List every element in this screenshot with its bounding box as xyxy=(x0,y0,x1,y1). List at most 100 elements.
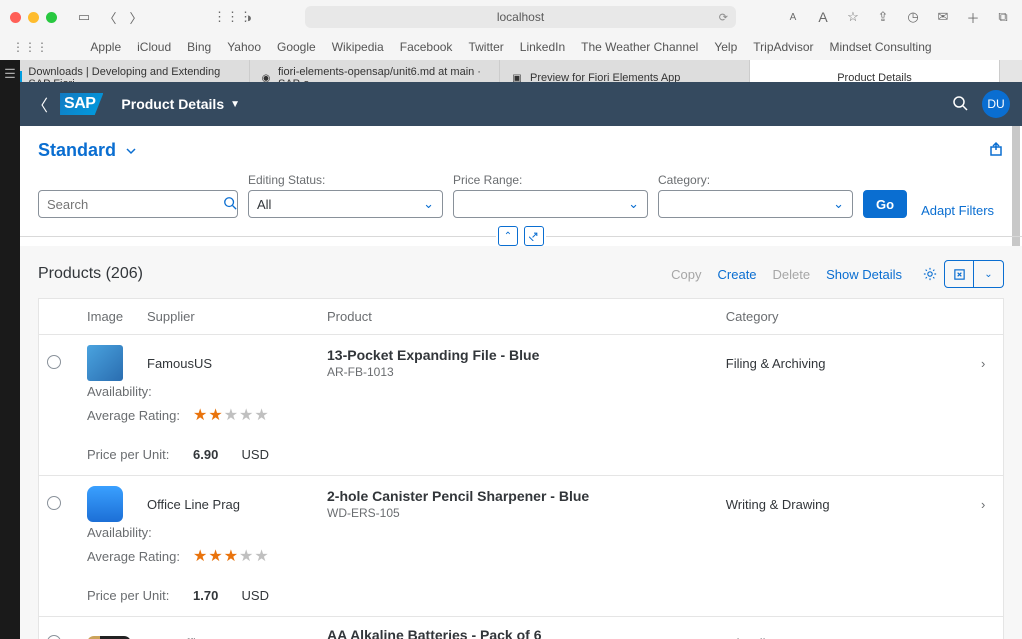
table-area: Products (206) Copy Create Delete Show D… xyxy=(20,246,1022,639)
bookmark-link[interactable]: Apple xyxy=(90,40,121,54)
table-row[interactable]: Office Line Prag 2-hole Canister Pencil … xyxy=(39,476,1003,617)
sap-logo[interactable]: SAP xyxy=(60,93,103,115)
bookmark-link[interactable]: Yelp xyxy=(714,40,737,54)
variant-selector[interactable]: Standard xyxy=(38,140,138,161)
products-table: Image Supplier Product Category FamousUS… xyxy=(38,298,1004,639)
settings-button[interactable] xyxy=(916,260,944,288)
product-thumbnail xyxy=(87,345,123,381)
toolbar-right: A A ☆ ⇪ ◷ ✉ ＋ ⧉ xyxy=(784,8,1012,27)
search-input[interactable] xyxy=(38,190,238,218)
shield-icon[interactable]: ◑ xyxy=(239,10,257,25)
go-button[interactable]: Go xyxy=(863,190,907,218)
rating-stars: ★★★★★ xyxy=(193,546,270,566)
create-button[interactable]: Create xyxy=(710,267,765,282)
tabs-overview-icon[interactable]: ⧉ xyxy=(994,9,1012,25)
new-tab-icon[interactable]: ＋ xyxy=(964,8,982,27)
col-supplier: Supplier xyxy=(139,299,319,334)
editing-status-filter: Editing Status: All ⌄ xyxy=(248,173,443,218)
editing-status-select[interactable]: All ⌄ xyxy=(248,190,443,218)
export-menu-button[interactable]: ⌄ xyxy=(974,260,1004,288)
product-name: 2-hole Canister Pencil Sharpener - Blue xyxy=(327,488,710,504)
category-select[interactable]: ⌄ xyxy=(658,190,853,218)
share-icon[interactable]: ⇪ xyxy=(874,9,892,25)
close-window-icon[interactable] xyxy=(10,12,21,23)
table-title: Products (206) xyxy=(38,265,143,283)
share-action-icon[interactable] xyxy=(988,141,1004,160)
row-radio[interactable] xyxy=(47,355,61,369)
collapse-header-button[interactable]: ⌃ xyxy=(498,226,518,246)
vscode-activity-bar: ☰ xyxy=(0,60,20,639)
chevron-down-icon: ⌄ xyxy=(628,196,639,212)
address-bar[interactable]: localhost ⟳ xyxy=(305,6,736,28)
shell-title[interactable]: Product Details ▼ xyxy=(121,96,240,112)
copy-button[interactable]: Copy xyxy=(663,267,709,282)
pin-header-button[interactable] xyxy=(524,226,544,246)
nav-forward-icon[interactable]: 〉 xyxy=(127,8,145,27)
gear-icon xyxy=(923,267,937,281)
user-avatar[interactable]: DU xyxy=(982,90,1010,118)
show-details-button[interactable]: Show Details xyxy=(818,267,910,282)
titlebar: ▭ 〈 〉 ⋮⋮⋮ ◑ localhost ⟳ A A ☆ ⇪ ◷ ✉ ＋ ⧉ xyxy=(0,0,1022,34)
bookmark-link[interactable]: Mindset Consulting xyxy=(830,40,932,54)
fiori-app: 〈 SAP Product Details ▼ DU Standard xyxy=(20,82,1022,639)
category-cell: Writing & Drawing xyxy=(718,497,973,512)
product-id: AR-FB-1013 xyxy=(327,365,710,379)
text-size-large-icon[interactable]: A xyxy=(814,9,832,25)
product-name: AA Alkaline Batteries - Pack of 6 xyxy=(327,627,710,639)
search-field[interactable] xyxy=(47,197,223,212)
filter-label: Price Range: xyxy=(453,173,648,187)
chevron-down-icon: ⌄ xyxy=(833,196,844,212)
row-nav-icon[interactable]: › xyxy=(981,356,985,371)
bookmark-link[interactable]: Google xyxy=(277,40,316,54)
row-radio[interactable] xyxy=(47,496,61,510)
bookmark-link[interactable]: iCloud xyxy=(137,40,171,54)
window-controls xyxy=(10,12,57,23)
product-thumbnail xyxy=(87,486,123,522)
bookmark-link[interactable]: Bing xyxy=(187,40,211,54)
bookmark-link[interactable]: Facebook xyxy=(400,40,453,54)
search-filter xyxy=(38,190,238,218)
apps-grid-icon[interactable]: ⋮⋮⋮ xyxy=(213,9,231,25)
bookmark-link[interactable]: The Weather Channel xyxy=(581,40,698,54)
rating-stars: ★★★★★ xyxy=(193,405,270,425)
reload-icon[interactable]: ⟳ xyxy=(719,11,728,24)
row-nav-icon[interactable]: › xyxy=(981,636,985,639)
sidebar-toggle-icon[interactable]: ▭ xyxy=(75,9,93,25)
search-icon[interactable] xyxy=(223,196,237,213)
bookmark-link[interactable]: Yahoo xyxy=(227,40,261,54)
supplier-cell: FamousUS xyxy=(139,356,319,371)
rating-label: Average Rating: xyxy=(87,408,185,423)
search-icon[interactable] xyxy=(952,95,968,114)
availability-label: Availability: xyxy=(87,384,185,399)
nav-back-icon[interactable]: 〈 xyxy=(101,8,119,27)
history-icon[interactable]: ◷ xyxy=(904,9,922,25)
bookmark-link[interactable]: LinkedIn xyxy=(520,40,565,54)
mail-icon[interactable]: ✉ xyxy=(934,9,952,25)
price-range-select[interactable]: ⌄ xyxy=(453,190,648,218)
export-segmented: ⌄ xyxy=(944,260,1004,288)
variant-header: Standard xyxy=(20,126,1022,167)
text-size-small-icon[interactable]: A xyxy=(784,12,802,23)
table-row[interactable]: FamousUS 13-Pocket Expanding File - Blue… xyxy=(39,335,1003,476)
bookmark-link[interactable]: Wikipedia xyxy=(332,40,384,54)
nav-back-button[interactable]: 〈 xyxy=(32,92,48,116)
row-nav-icon[interactable]: › xyxy=(981,497,985,512)
menu-icon[interactable]: ☰ xyxy=(4,66,16,82)
export-button[interactable] xyxy=(944,260,974,288)
chevron-down-icon: ⌄ xyxy=(423,196,434,212)
address-text: localhost xyxy=(497,10,544,24)
bookmark-link[interactable]: Twitter xyxy=(468,40,503,54)
bookmark-link[interactable]: TripAdvisor xyxy=(753,40,813,54)
delete-button[interactable]: Delete xyxy=(765,267,819,282)
adapt-filters-link[interactable]: Adapt Filters xyxy=(917,203,998,218)
chevron-down-icon: ▼ xyxy=(230,99,240,110)
table-row[interactable]: ITeL-Office AA Alkaline Batteries - Pack… xyxy=(39,617,1003,639)
maximize-window-icon[interactable] xyxy=(46,12,57,23)
minimize-window-icon[interactable] xyxy=(28,12,39,23)
row-radio[interactable] xyxy=(47,635,61,639)
bookmark-star-icon[interactable]: ☆ xyxy=(844,9,862,25)
filter-bar: Editing Status: All ⌄ Price Range: ⌄ Cat… xyxy=(20,167,1022,230)
bookmarks-menu-icon[interactable]: ⋮⋮⋮ xyxy=(12,40,48,54)
category-filter: Category: ⌄ xyxy=(658,173,853,218)
shell-bar: 〈 SAP Product Details ▼ DU xyxy=(20,82,1022,126)
